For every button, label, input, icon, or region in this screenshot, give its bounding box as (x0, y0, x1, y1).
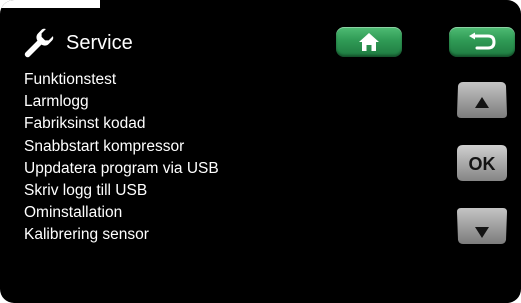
back-arrow-icon (469, 32, 496, 50)
menu-item-snabbstart-kompressor[interactable]: Snabbstart kompressor (24, 136, 219, 158)
menu-item-skriv-logg-till-usb[interactable]: Skriv logg till USB (24, 180, 219, 202)
service-menu: Funktionstest Larmlogg Fabriksinst kodad… (24, 69, 219, 247)
menu-item-kalibrering-sensor[interactable]: Kalibrering sensor (24, 224, 219, 246)
menu-item-funktionstest[interactable]: Funktionstest (24, 69, 219, 91)
home-button[interactable] (336, 27, 402, 57)
menu-item-ominstallation[interactable]: Ominstallation (24, 202, 219, 224)
menu-item-fabriksinst-kodad[interactable]: Fabriksinst kodad (24, 113, 219, 135)
up-button-shape (457, 82, 507, 118)
back-button[interactable] (449, 27, 515, 57)
menu-item-larmlogg[interactable]: Larmlogg (24, 91, 219, 113)
down-button-shape (457, 208, 507, 244)
page-title: Service (66, 32, 133, 54)
ok-label: OK (468, 154, 496, 174)
top-frame-strip (0, 0, 101, 8)
service-screen: Service Funktionstest Larmlogg Fabriksin… (0, 0, 521, 303)
wrench-icon (24, 28, 54, 58)
ok-button[interactable]: OK (456, 144, 508, 182)
home-icon (359, 33, 379, 51)
menu-item-uppdatera-program-via-usb[interactable]: Uppdatera program via USB (24, 158, 219, 180)
scroll-up-button[interactable] (456, 81, 508, 119)
top-frame-notch (100, 0, 103, 13)
scroll-down-button[interactable] (456, 207, 508, 245)
